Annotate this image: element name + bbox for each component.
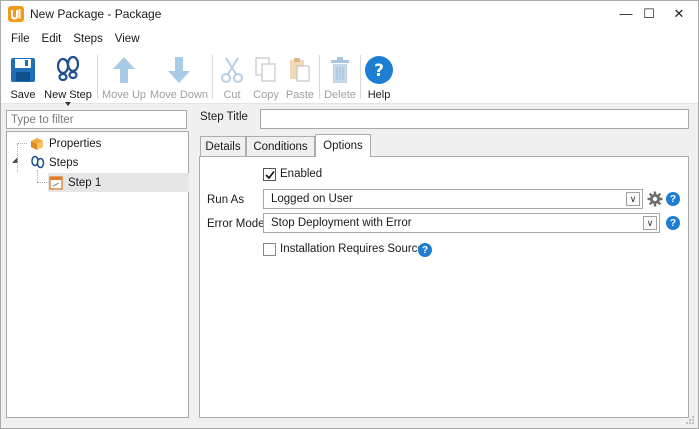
svg-text:?: ? [374,61,384,81]
run-as-select[interactable]: Logged on User ∨ [263,189,643,209]
menu-bar: File Edit Steps View [1,28,698,50]
checkmark-icon [264,170,275,179]
error-mode-help-icon[interactable]: ? [666,216,680,230]
trash-icon [331,57,349,83]
step-icon [48,175,64,191]
move-up-label: Move Up [101,89,147,101]
tree-item-step-1[interactable]: Step 1 [48,173,189,192]
step-title-label: Step Title [200,111,248,123]
options-panel: Enabled Run As Logged on User ∨ ? Error … [199,156,689,418]
save-button[interactable]: Save [5,52,41,102]
copy-icon [255,57,276,82]
app-window: New Package - Package — ☐ ✕ File Edit St… [0,0,699,429]
toolbar: Save New Step Move Up Move Down Cut Copy… [1,50,698,106]
installation-requires-source-checkbox[interactable] [263,243,276,256]
tree-item-steps[interactable]: Steps [29,153,78,172]
step-title-input[interactable] [260,109,689,129]
step-tree: Properties Steps Step 1 [6,131,189,418]
copy-label: Copy [253,89,279,101]
toolbar-separator [319,55,320,99]
menu-edit[interactable]: Edit [36,28,68,50]
scissors-icon [221,57,243,83]
toolbar-separator [97,55,98,99]
move-up-button[interactable]: Move Up [100,52,148,102]
enabled-label: Enabled [280,168,323,180]
move-down-button[interactable]: Move Down [149,52,209,102]
tab-details[interactable]: Details [200,136,246,157]
enabled-checkbox[interactable] [263,168,276,181]
toolbar-separator [360,55,361,99]
save-icon [11,58,35,82]
close-button[interactable]: ✕ [663,1,695,26]
move-down-label: Move Down [149,89,209,101]
maximize-button[interactable]: ☐ [633,1,665,26]
filter-input[interactable] [6,110,187,129]
paste-label: Paste [285,89,315,101]
cut-label: Cut [223,89,241,101]
window-title: New Package - Package [30,7,162,21]
arrow-up-icon [113,57,135,83]
installation-source-help-icon[interactable]: ? [418,243,432,257]
cut-button[interactable]: Cut [216,52,248,102]
run-as-help-icon[interactable]: ? [666,192,680,206]
run-as-value: Logged on User [271,193,353,205]
menu-steps[interactable]: Steps [67,28,108,50]
tree-item-label: Properties [49,137,102,150]
steps-icon [29,155,45,171]
help-label: Help [367,89,391,101]
collapse-arrow-icon[interactable]: ◢ [12,156,17,164]
error-mode-value: Stop Deployment with Error [271,217,412,229]
paste-icon [290,58,310,82]
tab-options[interactable]: Options [315,134,371,157]
tree-item-label: Step 1 [68,176,102,189]
title-bar: New Package - Package — ☐ ✕ [1,1,698,28]
new-step-label: New Step [44,89,92,101]
tree-connector [17,143,27,144]
toolbar-separator [212,55,213,99]
error-mode-label: Error Mode [207,218,265,230]
chevron-down-icon: ∨ [626,192,640,206]
delete-button[interactable]: Delete [322,52,358,102]
run-as-label: Run As [207,194,245,206]
tree-connector [37,182,47,183]
arrow-down-icon [168,57,190,83]
tab-conditions[interactable]: Conditions [246,136,315,157]
chevron-down-icon: ∨ [643,216,657,230]
error-mode-select[interactable]: Stop Deployment with Error ∨ [263,213,660,233]
copy-button[interactable]: Copy [250,52,282,102]
tree-item-label: Steps [49,156,79,169]
resize-grip-icon[interactable] [685,415,695,425]
footprints-icon [56,56,80,82]
help-icon: ? [365,56,393,84]
help-button[interactable]: ? Help [363,52,395,102]
delete-label: Delete [324,89,356,101]
paste-button[interactable]: Paste [283,52,317,102]
save-label: Save [10,89,36,101]
app-logo-icon [8,6,24,22]
gear-icon[interactable] [647,191,663,207]
installation-requires-source-label: Installation Requires Source [280,243,424,255]
tree-item-properties[interactable]: Properties [29,134,101,153]
dropdown-arrow-icon [65,102,71,106]
properties-icon [29,136,45,152]
new-step-button[interactable]: New Step [42,52,94,106]
menu-file[interactable]: File [5,28,36,50]
menu-view[interactable]: View [109,28,146,50]
